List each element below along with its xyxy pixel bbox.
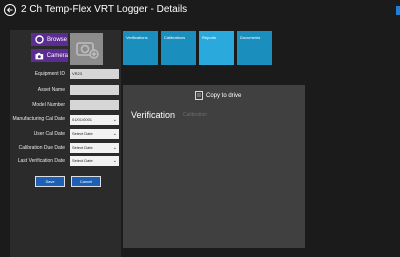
asset-name-label: Asset Name [37,87,65,93]
browse-button[interactable]: Browse [31,33,68,46]
window-corner-indicator [396,6,400,15]
equipment-id-label: Equipment ID [34,71,65,77]
subtab-calibration[interactable]: Calibration [183,112,207,118]
last-verification-date-select[interactable]: Select Date ⌄ [70,156,119,166]
copy-icon [195,91,203,100]
last-verification-date-label: Last Verification Date [17,158,65,164]
copy-to-drive-label: Copy to drive [206,92,242,99]
photo-placeholder[interactable] [70,33,103,65]
camera-label: Camera [46,52,68,59]
camera-button[interactable]: Camera [31,49,68,62]
title-bar: 2 Ch Temp-Flex VRT Logger - Details [0,0,400,22]
user-cal-date-select[interactable]: Select Date ⌄ [70,129,119,139]
tab-verifications-label: Verifications [126,35,148,40]
calibration-due-date-select[interactable]: Select Date ⌄ [70,143,119,153]
user-cal-date-value: Select Date [72,131,93,136]
tab-calibrations-label: Calibrations [164,35,186,40]
camera-icon [35,52,44,59]
tab-verifications[interactable]: Verifications [123,31,158,65]
model-number-input[interactable] [70,100,119,110]
tab-documents[interactable]: Documents [237,31,272,65]
tab-reports[interactable]: Reports [199,31,234,65]
asset-name-input[interactable] [70,85,119,95]
subtab-verification[interactable]: Verification [131,110,175,120]
copy-to-drive-button[interactable]: Copy to drive [195,91,241,100]
chevron-down-icon: ⌄ [112,145,117,151]
chevron-down-icon: ⌄ [112,117,117,123]
user-cal-date-label: User Cal Date [33,131,65,137]
chevron-down-icon: ⌄ [112,158,117,164]
manufacturing-cal-date-value: 01/01/0001 [72,117,93,122]
chevron-down-icon: ⌄ [112,131,117,137]
browse-icon [35,35,44,44]
model-number-label: Model Number [32,102,65,108]
browse-label: Browse [47,36,68,43]
manufacturing-cal-date-label: Manufacturing Cal Date [12,116,65,122]
cancel-button[interactable]: Cancel [71,176,101,187]
last-verification-date-value: Select Date [72,158,93,163]
manufacturing-cal-date-select[interactable]: 01/01/0001 ⌄ [70,115,119,125]
save-button[interactable]: Save [35,176,65,187]
equipment-id-input[interactable]: VR23 [70,69,119,79]
add-photo-icon [75,42,99,59]
back-button[interactable] [4,4,16,16]
back-arrow-icon [6,7,13,13]
tab-reports-label: Reports [202,35,217,40]
calibration-due-date-value: Select Date [72,145,93,150]
tab-calibrations[interactable]: Calibrations [161,31,196,65]
window-title: 2 Ch Temp-Flex VRT Logger - Details [21,4,188,15]
tab-documents-label: Documents [240,35,261,40]
calibration-due-date-label: Calibration Due Date [18,145,65,151]
